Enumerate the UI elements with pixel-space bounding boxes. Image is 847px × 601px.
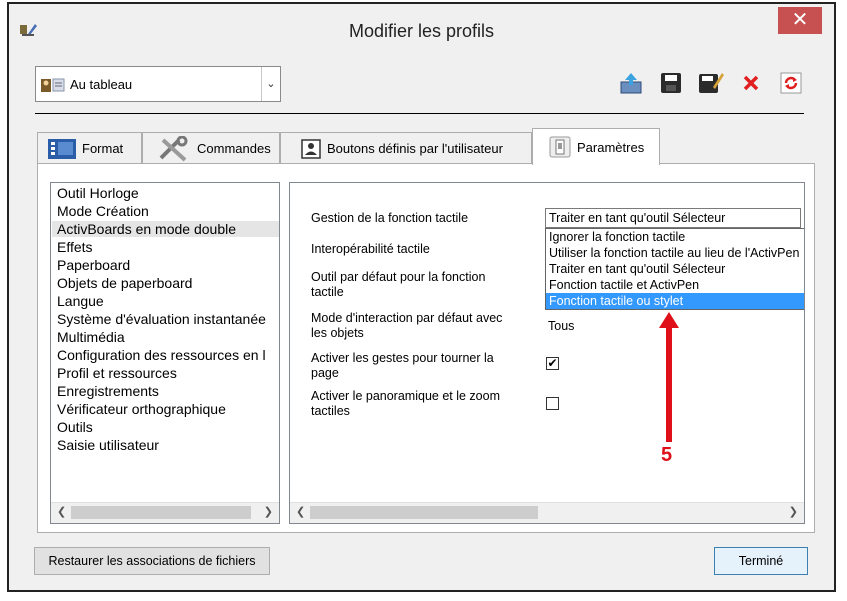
dialog-window: Modifier les profils ✕ Au tableau ⌄ Form… bbox=[7, 2, 836, 592]
pan-zoom-checkbox[interactable] bbox=[546, 397, 559, 410]
separator bbox=[35, 113, 804, 114]
list-item-selected[interactable]: ActivBoards en mode double bbox=[52, 221, 279, 237]
chevron-right-icon[interactable]: ❯ bbox=[264, 505, 273, 518]
toolbar bbox=[618, 70, 804, 96]
save-icon[interactable] bbox=[658, 70, 684, 96]
tab-format[interactable]: Format bbox=[37, 132, 142, 164]
tab-user-buttons[interactable]: Boutons définis par l'utilisateur bbox=[280, 132, 532, 164]
dropdown-option[interactable]: Traiter en tant qu'outil Sélecteur bbox=[546, 261, 804, 277]
touch-interop-label: Interopérabilité tactile bbox=[311, 242, 430, 256]
restore-associations-button[interactable]: Restaurer les associations de fichiers bbox=[34, 547, 270, 575]
dropdown-option[interactable]: Ignorer la fonction tactile bbox=[546, 229, 804, 245]
annotation-number: 5 bbox=[661, 444, 673, 466]
user-buttons-icon bbox=[301, 138, 321, 159]
horizontal-scrollbar[interactable]: ❮ ❯ bbox=[290, 502, 804, 523]
format-icon bbox=[48, 138, 76, 159]
rotate-gestures-label: Activer les gestes pour tourner la page bbox=[311, 351, 494, 380]
list-item[interactable]: Multimédia bbox=[57, 329, 125, 345]
profile-dropdown[interactable]: Au tableau ⌄ bbox=[35, 66, 281, 102]
chevron-left-icon[interactable]: ❮ bbox=[296, 505, 305, 518]
scroll-thumb[interactable] bbox=[310, 506, 538, 519]
horizontal-scrollbar[interactable]: ❮ ❯ bbox=[51, 502, 279, 523]
chevron-left-icon[interactable]: ❮ bbox=[57, 505, 66, 518]
dropdown-option[interactable]: Utiliser la fonction tactile au lieu de … bbox=[546, 245, 804, 261]
tab-commandes-label: Commandes bbox=[197, 141, 271, 156]
window-title: Modifier les profils bbox=[348, 21, 495, 41]
close-button[interactable]: ✕ bbox=[778, 7, 822, 34]
title-bar: Modifier les profils ✕ bbox=[9, 4, 834, 54]
tab-user-buttons-label: Boutons définis par l'utilisateur bbox=[327, 141, 503, 156]
rotate-gestures-checkbox[interactable]: ✔ bbox=[546, 357, 559, 370]
settings-panel: Outil Horloge Mode Création ActivBoards … bbox=[37, 163, 815, 533]
annotation-arrow bbox=[659, 312, 679, 442]
default-tool-label: Outil par défaut pour la fonction tactil… bbox=[311, 270, 486, 299]
interaction-mode-label: Mode d'interaction par défaut avec les o… bbox=[311, 311, 503, 340]
list-item[interactable]: Vérificateur orthographique bbox=[57, 401, 226, 417]
list-item[interactable]: Effets bbox=[57, 239, 93, 255]
delete-icon[interactable] bbox=[738, 70, 764, 96]
save-as-icon[interactable] bbox=[698, 70, 724, 96]
dropdown-option[interactable]: Fonction tactile et ActivPen bbox=[546, 277, 804, 293]
settings-detail: Gestion de la fonction tactile Traiter e… bbox=[289, 182, 805, 524]
touch-mgmt-dropdown[interactable]: Traiter en tant qu'outil Sélecteur bbox=[545, 208, 801, 228]
export-icon[interactable] bbox=[618, 70, 644, 96]
refresh-icon[interactable] bbox=[778, 70, 804, 96]
touch-mgmt-label: Gestion de la fonction tactile bbox=[311, 211, 469, 225]
list-item[interactable]: Configuration des ressources en l bbox=[57, 347, 266, 363]
tab-parametres-label: Paramètres bbox=[577, 139, 645, 155]
tools-icon bbox=[159, 135, 188, 161]
list-item[interactable]: Outil Horloge bbox=[57, 185, 139, 201]
done-button[interactable]: Terminé bbox=[714, 547, 808, 575]
dropdown-option-highlighted[interactable]: Fonction tactile ou stylet bbox=[546, 293, 804, 309]
list-item[interactable]: Mode Création bbox=[57, 203, 149, 219]
scroll-thumb[interactable] bbox=[71, 506, 251, 519]
settings-icon bbox=[549, 136, 571, 158]
touch-mgmt-options[interactable]: Ignorer la fonction tactile Utiliser la … bbox=[545, 228, 804, 310]
profile-label: Au tableau bbox=[70, 77, 133, 92]
chevron-right-icon[interactable]: ❯ bbox=[789, 505, 798, 518]
tab-parametres[interactable]: Paramètres bbox=[532, 128, 660, 165]
list-item[interactable]: Objets de paperboard bbox=[57, 275, 192, 291]
category-list[interactable]: Outil Horloge Mode Création ActivBoards … bbox=[50, 182, 280, 524]
tab-format-label: Format bbox=[82, 141, 124, 156]
list-item[interactable]: Profil et ressources bbox=[57, 365, 177, 381]
tab-commandes[interactable]: Commandes bbox=[142, 132, 280, 164]
list-item[interactable]: Système d'évaluation instantanée bbox=[57, 311, 266, 327]
list-item[interactable]: Paperboard bbox=[57, 257, 130, 273]
list-item[interactable]: Outils bbox=[57, 419, 93, 435]
list-item[interactable]: Langue bbox=[57, 293, 104, 309]
list-item[interactable]: Enregistrements bbox=[57, 383, 159, 399]
profile-board-icon bbox=[41, 78, 65, 92]
chevron-down-icon[interactable]: ⌄ bbox=[261, 67, 280, 101]
list-item[interactable]: Saisie utilisateur bbox=[57, 437, 159, 453]
pan-zoom-label: Activer le panoramique et le zoom tactil… bbox=[311, 389, 500, 418]
